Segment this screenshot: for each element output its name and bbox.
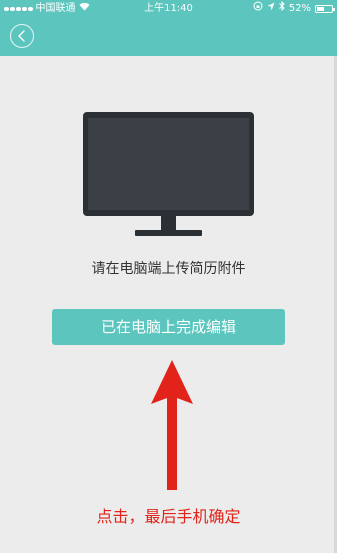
back-button[interactable] — [10, 24, 34, 48]
annotation-text: 点击，最后手机确定 — [96, 507, 241, 526]
lock-rotation-icon — [253, 0, 263, 18]
edit-done-button[interactable]: 已在电脑上完成编辑 — [52, 309, 285, 345]
chevron-left-icon — [18, 30, 25, 42]
upload-hint: 请在电脑端上传简历附件 — [91, 261, 246, 277]
red-up-arrow-icon — [150, 360, 194, 490]
battery-icon — [315, 5, 335, 13]
bluetooth-icon — [278, 0, 285, 18]
status-bar: 中国联通 上午11:40 52% — [0, 0, 337, 18]
monitor-icon — [83, 112, 254, 238]
status-right: 52% — [253, 0, 335, 18]
battery-fill — [317, 7, 325, 11]
app-screen: 中国联通 上午11:40 52% 请在电脑端上传简历附件 已在电脑上完成编辑 点… — [0, 0, 337, 553]
top-bar: 中国联通 上午11:40 52% — [0, 0, 337, 56]
location-icon — [267, 0, 275, 18]
battery-percent: 52% — [288, 3, 311, 14]
